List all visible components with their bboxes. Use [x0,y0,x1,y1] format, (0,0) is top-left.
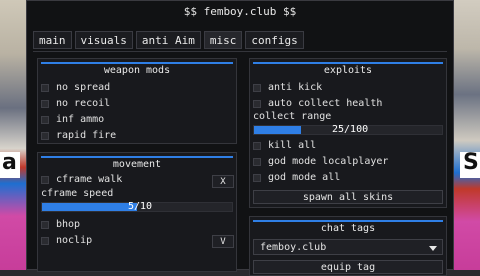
cframe-walk-toggle[interactable]: cframe walk [41,173,122,187]
noclip-keybind[interactable]: V [212,235,234,248]
anti-kick-label: anti kick [268,82,323,93]
inf-ammo-checkbox[interactable] [41,116,49,124]
tab-anti-aim[interactable]: anti Aim [135,31,201,49]
no-spread-checkbox[interactable] [41,84,49,92]
no-spread-label: no spread [56,82,111,93]
no-recoil-label: no recoil [56,98,111,109]
god-mode-all-checkbox[interactable] [253,174,261,182]
movement-panel: movement cframe walk X cframe speed 5/10… [37,152,237,272]
auto-collect-health-toggle[interactable]: auto collect health [253,97,382,111]
god-mode-all-label: god mode all [268,172,341,183]
god-mode-all-toggle[interactable]: god mode all [253,171,340,185]
exploits-title: exploits [323,65,373,76]
no-recoil-toggle[interactable]: no recoil [41,97,110,111]
movement-title: movement [112,159,162,170]
weapon-mods-title: weapon mods [103,65,171,76]
chat-tags-panel: chat tags femboy.club equip tag [249,216,447,276]
god-mode-localplayer-toggle[interactable]: god mode localplayer [253,155,388,169]
tab-misc[interactable]: misc [203,31,243,49]
tab-content-misc: weapon mods no spread no recoil inf ammo… [33,51,447,276]
background-sign-left: a [0,150,20,178]
cframe-speed-fill [42,203,137,211]
cheat-menu-window: $$ femboy.club $$ main visuals anti Aim … [26,0,454,276]
cframe-walk-keybind[interactable]: X [212,175,234,188]
chat-tag-dropdown[interactable]: femboy.club [253,239,443,255]
bhop-toggle[interactable]: bhop [41,218,80,232]
anti-kick-toggle[interactable]: anti kick [253,81,322,95]
noclip-toggle[interactable]: noclip [41,234,92,248]
cframe-speed-label-row: cframe speed [41,187,113,201]
noclip-label: noclip [56,235,93,246]
collect-range-fill [254,126,301,134]
spawn-all-skins-button[interactable]: spawn all skins [253,190,443,204]
auto-collect-health-checkbox[interactable] [253,100,261,108]
weapon-mods-panel: weapon mods no spread no recoil inf ammo… [37,58,237,144]
kill-all-checkbox[interactable] [253,142,261,150]
kill-all-toggle[interactable]: kill all [253,139,316,153]
collect-range-label: collect range [253,111,332,122]
equip-tag-button[interactable]: equip tag [253,260,443,274]
collect-range-value: 25/100 [332,124,369,135]
tab-configs[interactable]: configs [245,31,304,49]
bhop-label: bhop [56,219,81,230]
cframe-speed-value: 5/10 [128,201,153,212]
collect-range-label-row: collect range [253,110,331,124]
inf-ammo-label: inf ammo [56,114,105,125]
rapid-fire-label: rapid fire [56,130,117,141]
tab-visuals[interactable]: visuals [74,31,133,49]
cframe-walk-checkbox[interactable] [41,176,49,184]
god-mode-localplayer-label: god mode localplayer [268,156,389,167]
cframe-speed-slider[interactable]: 5/10 [41,201,233,212]
chat-tag-selected: femboy.club [260,242,327,253]
tab-main[interactable]: main [33,31,72,49]
rapid-fire-checkbox[interactable] [41,132,49,140]
god-mode-localplayer-checkbox[interactable] [253,158,261,166]
window-title: $$ femboy.club $$ [183,5,297,18]
inf-ammo-toggle[interactable]: inf ammo [41,113,104,127]
auto-collect-health-label: auto collect health [268,98,383,109]
no-spread-toggle[interactable]: no spread [41,81,110,95]
chevron-down-icon [429,246,437,251]
kill-all-label: kill all [268,140,317,151]
cframe-speed-label: cframe speed [41,188,114,199]
tab-bar: main visuals anti Aim misc configs [33,31,304,49]
exploits-panel: exploits anti kick auto collect health c… [249,58,447,208]
cframe-walk-label: cframe walk [56,174,123,185]
chat-tags-title: chat tags [320,223,376,234]
no-recoil-checkbox[interactable] [41,100,49,108]
background-sign-right: S [460,150,480,178]
rapid-fire-toggle[interactable]: rapid fire [41,129,116,143]
anti-kick-checkbox[interactable] [253,84,261,92]
noclip-checkbox[interactable] [41,237,49,245]
collect-range-slider[interactable]: 25/100 [253,124,443,135]
bhop-checkbox[interactable] [41,221,49,229]
